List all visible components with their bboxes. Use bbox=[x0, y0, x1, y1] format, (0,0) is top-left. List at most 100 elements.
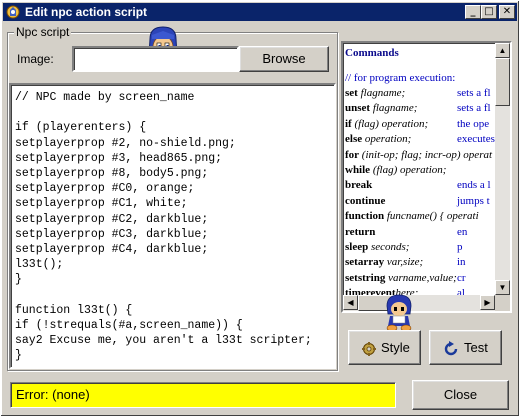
image-input[interactable] bbox=[72, 46, 239, 72]
help-command-keyword: continue bbox=[345, 194, 386, 207]
help-command-args: flagname; bbox=[357, 87, 406, 99]
image-label: Image: bbox=[17, 52, 54, 66]
help-command-syntax: function funcname() { operati bbox=[345, 209, 479, 224]
help-command-keyword: unset bbox=[345, 102, 371, 115]
script-line: say2 Excuse me, you aren't a l33t script… bbox=[15, 334, 312, 347]
help-command-args: (flag) operation; bbox=[351, 117, 429, 130]
style-button[interactable]: Style bbox=[348, 330, 421, 365]
script-line: if (playerenters) { bbox=[15, 121, 147, 135]
help-command-keyword: for bbox=[345, 148, 360, 161]
help-command-row: for (init-op; flag; incr-op) operat bbox=[345, 148, 495, 163]
close-window-button[interactable]: ✕ bbox=[499, 5, 515, 19]
script-editor[interactable]: // NPC made by screen_nameif (playerente… bbox=[9, 83, 336, 369]
help-command-keyword: else bbox=[345, 133, 363, 146]
help-command-syntax: if (flag) operation; bbox=[345, 117, 428, 132]
help-command-row: continue jumps t bbox=[345, 194, 495, 209]
style-button-label: Style bbox=[381, 340, 410, 355]
help-command-description: executes bbox=[457, 133, 495, 146]
help-command-row: function funcname() { operati bbox=[345, 209, 495, 224]
script-line: setplayerprop #3, head865.png; bbox=[15, 151, 223, 165]
help-command-description: cr bbox=[457, 271, 466, 284]
help-command-description: p bbox=[457, 240, 463, 253]
minimize-button[interactable]: _ bbox=[465, 5, 481, 19]
script-line: setplayerprop #C4, darkblue; bbox=[15, 242, 209, 256]
edit-npc-script-window: Edit npc action script _ □ ✕ Npc script … bbox=[0, 0, 520, 417]
script-line: setplayerprop #C1, white; bbox=[15, 197, 188, 211]
close-button[interactable]: Close bbox=[412, 380, 509, 410]
test-button[interactable]: Test bbox=[429, 330, 502, 365]
commands-help-content: Commands // for program execution: set f… bbox=[345, 46, 495, 296]
help-command-row: set flagname; sets a fl bbox=[345, 86, 495, 101]
help-command-row: return en bbox=[345, 225, 495, 240]
help-command-args: (flag) operation; bbox=[370, 163, 447, 176]
browse-button[interactable]: Browse bbox=[239, 46, 329, 72]
style-gear-icon bbox=[362, 342, 376, 356]
scroll-up-icon[interactable]: ▲ bbox=[495, 43, 510, 58]
help-command-keyword: set bbox=[345, 87, 358, 99]
help-command-syntax: setstring varname,value; bbox=[345, 271, 457, 286]
help-command-keyword: setarray bbox=[345, 256, 385, 269]
help-vertical-scrollbar[interactable]: ▲ ▼ bbox=[495, 43, 510, 295]
vertical-scroll-thumb[interactable] bbox=[495, 58, 510, 106]
group-legend: Npc script bbox=[14, 25, 72, 39]
help-command-syntax: return bbox=[345, 225, 375, 240]
help-command-row: setstring varname,value; cr bbox=[345, 271, 495, 286]
help-command-syntax: sleep seconds; bbox=[345, 240, 409, 255]
script-line: // NPC made by screen_name bbox=[15, 91, 195, 104]
help-command-description: ends a l bbox=[457, 179, 491, 192]
help-command-description: in bbox=[457, 256, 466, 269]
help-command-keyword: return bbox=[345, 225, 376, 238]
help-command-description: sets a fl bbox=[457, 102, 491, 115]
script-line: setplayerprop #C2, darkblue; bbox=[15, 212, 209, 226]
help-command-row: while (flag) operation; bbox=[345, 163, 495, 178]
help-command-args: (init-op; flag; incr-op) operat bbox=[359, 148, 493, 161]
script-line: } bbox=[15, 273, 22, 287]
help-command-syntax: continue bbox=[345, 194, 385, 209]
help-command-description: sets a fl bbox=[457, 87, 491, 99]
help-command-args: varname,value; bbox=[385, 271, 457, 284]
help-command-row: if (flag) operation; the ope bbox=[345, 117, 495, 132]
script-line: function l33t() { bbox=[15, 303, 133, 317]
help-command-keyword: function bbox=[345, 210, 385, 223]
script-line: setplayerprop #2, no-shield.png; bbox=[15, 136, 236, 150]
help-command-row: setarray var,size; in bbox=[345, 255, 495, 270]
help-command-args: operation; bbox=[362, 133, 412, 146]
help-command-keyword: setstring bbox=[345, 271, 386, 284]
script-line: setplayerprop #C0, orange; bbox=[15, 182, 195, 196]
app-icon bbox=[6, 5, 20, 19]
help-command-syntax: set flagname; bbox=[345, 86, 405, 101]
help-comment: // for program execution: bbox=[345, 72, 456, 84]
help-command-keyword: while bbox=[345, 163, 371, 176]
help-command-row: break ends a l bbox=[345, 178, 495, 193]
window-title: Edit npc action script bbox=[25, 5, 148, 19]
commands-help-panel[interactable]: Commands // for program execution: set f… bbox=[341, 41, 512, 313]
refresh-icon bbox=[444, 341, 458, 356]
help-command-description: the ope bbox=[457, 117, 490, 130]
script-line bbox=[15, 105, 334, 120]
help-command-description: jumps t bbox=[457, 194, 490, 207]
help-command-args: seconds; bbox=[368, 240, 410, 253]
script-line: } bbox=[15, 349, 22, 363]
help-command-keyword: break bbox=[345, 179, 373, 192]
maximize-button[interactable]: □ bbox=[481, 5, 497, 19]
help-command-syntax: unset flagname; bbox=[345, 101, 417, 116]
error-status-field: Error: (none) bbox=[10, 382, 396, 408]
help-command-keyword: if bbox=[345, 117, 352, 130]
help-command-args: var,size; bbox=[384, 256, 424, 269]
scroll-left-icon[interactable]: ◀ bbox=[343, 295, 358, 310]
test-button-label: Test bbox=[464, 340, 488, 355]
title-bar[interactable]: Edit npc action script _ □ ✕ bbox=[3, 3, 517, 21]
help-command-syntax: for (init-op; flag; incr-op) operat bbox=[345, 148, 492, 163]
help-command-row: else operation; executes bbox=[345, 132, 495, 147]
help-command-row: sleep seconds; p bbox=[345, 240, 495, 255]
help-command-description: en bbox=[457, 225, 468, 238]
scroll-right-icon[interactable]: ▶ bbox=[480, 295, 495, 310]
help-horizontal-scrollbar[interactable]: ◀ ▶ bbox=[343, 295, 495, 311]
script-line bbox=[15, 287, 334, 302]
help-command-syntax: else operation; bbox=[345, 132, 411, 147]
script-line: setplayerprop #8, body5.png; bbox=[15, 166, 209, 180]
help-command-syntax: setarray var,size; bbox=[345, 255, 423, 270]
scroll-down-icon[interactable]: ▼ bbox=[495, 280, 510, 295]
help-command-syntax: while (flag) operation; bbox=[345, 163, 446, 178]
help-command-row: unset flagname; sets a fl bbox=[345, 101, 495, 116]
